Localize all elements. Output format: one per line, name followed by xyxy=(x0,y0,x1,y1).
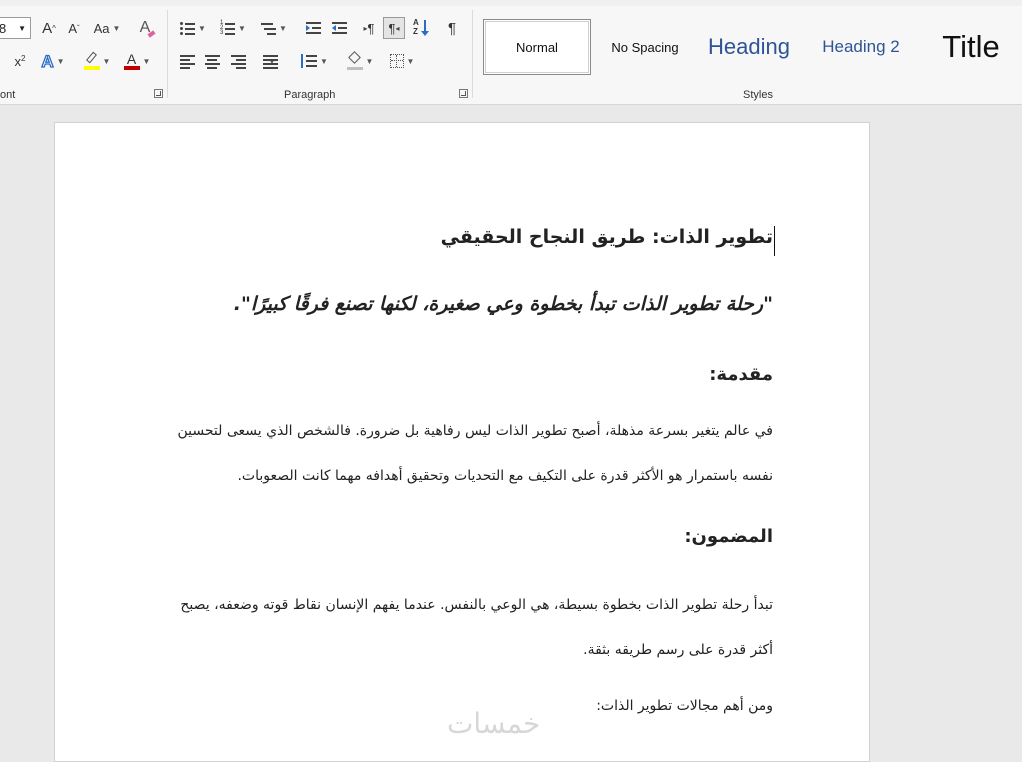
areas-intro-line: ومن أهم مجالات تطوير الذات: xyxy=(596,698,773,714)
styles-gallery: Normal No Spacing Heading Heading 2 Titl… xyxy=(481,17,1022,77)
paint-bucket-icon xyxy=(346,51,363,70)
style-no-spacing[interactable]: No Spacing xyxy=(599,19,691,75)
intro-heading: مقدمة: xyxy=(709,364,773,385)
numbering-button[interactable]: 1 2 3 ▼ xyxy=(217,17,249,39)
ribbon: 8 ▼ A ^ Aˇ Aa ▼ A x2 A ▼ ▼ A ▼ ont ▼ 1 2… xyxy=(0,0,1022,105)
align-left-button[interactable] xyxy=(178,50,196,72)
text-effects-button[interactable]: A ▼ xyxy=(37,50,69,72)
show-formatting-marks-button[interactable]: ¶ xyxy=(442,17,462,39)
divider xyxy=(472,10,473,98)
styles-group-label: Styles xyxy=(743,89,773,101)
decrease-indent-button[interactable] xyxy=(303,17,323,39)
ribbon-top-strip xyxy=(0,0,1022,6)
content-heading: المضمون: xyxy=(684,526,773,547)
justify-button[interactable]: ▼ xyxy=(254,50,286,72)
highlighter-icon xyxy=(83,51,100,70)
align-right-button[interactable] xyxy=(229,50,247,72)
font-color-button[interactable]: A ▼ xyxy=(120,50,154,72)
document-quote: "رحلة تطوير الذات تبدأ بخطوة وعي صغيرة، … xyxy=(233,293,773,315)
superscript-button[interactable]: x2 xyxy=(10,50,30,72)
font-size-value: 8 xyxy=(0,20,7,36)
style-title[interactable]: Title xyxy=(923,19,1019,75)
watermark-logo: خمسات xyxy=(447,707,541,740)
multilevel-list-button[interactable]: ▼ xyxy=(258,17,290,39)
align-left-icon xyxy=(179,55,195,69)
clear-formatting-button[interactable]: A xyxy=(134,17,156,39)
decrease-indent-icon xyxy=(305,22,321,34)
grow-font-button[interactable]: A ^ xyxy=(38,17,60,39)
bullets-icon xyxy=(180,21,196,35)
highlight-color-button[interactable]: ▼ xyxy=(80,50,114,72)
style-heading-1[interactable]: Heading xyxy=(699,19,799,75)
font-size-box[interactable]: 8 ▼ xyxy=(0,17,31,39)
text-cursor xyxy=(774,226,775,256)
increase-indent-icon xyxy=(331,22,347,34)
content-paragraph-line-2: أكثر قدرة على رسم طريقه بثقة. xyxy=(583,642,773,658)
line-spacing-icon xyxy=(300,54,318,68)
sort-button[interactable]: A Z xyxy=(411,17,433,39)
bullets-button[interactable]: ▼ xyxy=(177,17,209,39)
justify-icon xyxy=(262,55,278,69)
paragraph-dialog-launcher-icon[interactable] xyxy=(459,89,468,98)
sort-icon: A Z xyxy=(413,19,431,37)
shading-button[interactable]: ▼ xyxy=(343,50,377,72)
divider xyxy=(167,10,168,98)
intro-paragraph-line-1: في عالم يتغير بسرعة مذهلة، أصبح تطوير ال… xyxy=(177,423,773,439)
shrink-font-button[interactable]: Aˇ xyxy=(63,17,85,39)
content-paragraph-line-1: تبدأ رحلة تطوير الذات بخطوة بسيطة، هي ال… xyxy=(180,597,773,613)
rtl-text-direction-button[interactable]: ¶ ◂ xyxy=(383,17,405,39)
font-group-label: ont xyxy=(0,89,16,101)
align-center-icon xyxy=(204,55,220,69)
font-color-bar xyxy=(123,66,140,70)
document-title: تطوير الذات: طريق النجاح الحقيقي xyxy=(440,226,773,248)
paragraph-group-label: Paragraph xyxy=(284,89,336,101)
borders-button[interactable]: ▼ xyxy=(385,50,419,72)
numbering-icon: 1 2 3 xyxy=(220,20,236,36)
style-normal[interactable]: Normal xyxy=(483,19,591,75)
intro-paragraph-line-2: نفسه باستمرار هو الأكثر قدرة على التكيف … xyxy=(237,468,773,484)
chevron-down-icon[interactable]: ▼ xyxy=(18,24,26,33)
align-center-button[interactable] xyxy=(203,50,221,72)
borders-icon xyxy=(389,54,404,68)
line-spacing-button[interactable]: ▼ xyxy=(297,50,331,72)
align-right-icon xyxy=(230,55,246,69)
increase-indent-button[interactable] xyxy=(329,17,349,39)
document-page[interactable]: تطوير الذات: طريق النجاح الحقيقي "رحلة ت… xyxy=(54,122,870,762)
style-heading-2[interactable]: Heading 2 xyxy=(809,19,913,75)
ltr-text-direction-button[interactable]: ▸ ¶ xyxy=(358,17,380,39)
font-dialog-launcher-icon[interactable] xyxy=(154,89,163,98)
change-case-button[interactable]: Aa ▼ xyxy=(91,17,123,39)
multilevel-list-icon xyxy=(261,21,277,35)
